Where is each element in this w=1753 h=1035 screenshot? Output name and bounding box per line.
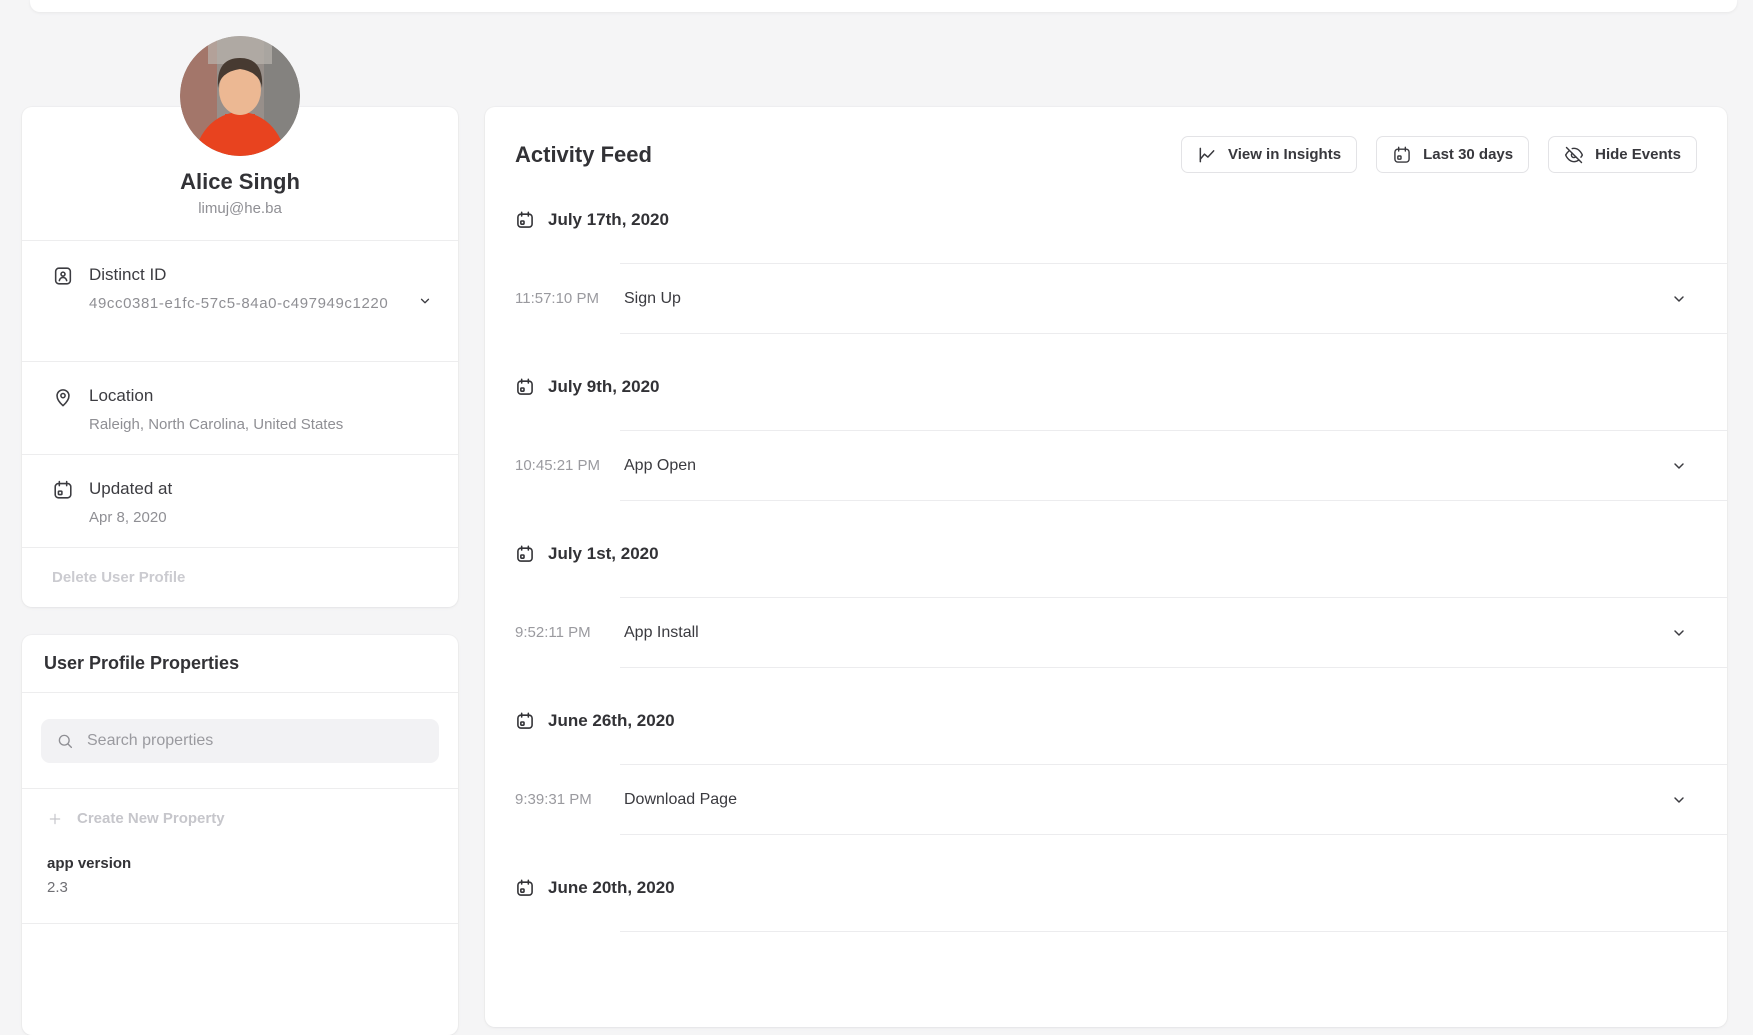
date-label: July 9th, 2020 [548,377,660,397]
property-item[interactable]: app version 2.3 [22,841,458,924]
button-label: Last 30 days [1423,146,1513,163]
calendar-icon [515,711,535,731]
create-new-property-label: Create New Property [77,810,225,827]
event-group: June 20th, 2020 [515,876,1727,932]
location-pin-icon [52,386,74,408]
search-icon [56,732,74,750]
activity-feed-card: Activity Feed View in Insights [485,107,1727,1027]
field-label: Updated at [89,478,172,500]
event-row[interactable]: 10:45:21 PM App Open [620,430,1727,501]
property-name: app version [47,855,433,872]
field-distinct-id: Distinct ID 49cc0381-e1fc-57c5-84a0-c497… [22,240,458,361]
field-value: Raleigh, North Carolina, United States [89,413,343,436]
chevron-down-icon[interactable] [1671,792,1687,808]
eye-off-icon [1564,145,1584,165]
event-time: 9:39:31 PM [515,791,592,808]
button-label: View in Insights [1228,146,1341,163]
field-label: Location [89,385,343,407]
chevron-down-icon[interactable] [1671,291,1687,307]
event-name: App Install [624,624,699,642]
field-value: Apr 8, 2020 [89,506,172,529]
date-header: July 17th, 2020 [515,208,1727,232]
event-time: 9:52:11 PM [515,624,591,641]
date-header: July 9th, 2020 [515,375,1727,399]
id-badge-icon [52,265,74,287]
calendar-icon [52,479,74,501]
view-in-insights-button[interactable]: View in Insights [1181,136,1357,173]
plus-icon [47,811,63,827]
avatar [180,36,300,156]
search-properties-input[interactable] [85,731,424,751]
properties-title: User Profile Properties [22,635,458,693]
field-location: Location Raleigh, North Carolina, United… [22,361,458,454]
chevron-down-icon[interactable] [1671,625,1687,641]
date-header: July 1st, 2020 [515,542,1727,566]
profile-email: limuj@he.ba [22,200,458,217]
event-time: 10:45:21 PM [515,457,600,474]
date-label: July 1st, 2020 [548,544,659,564]
date-label: July 17th, 2020 [548,210,669,230]
hide-events-button[interactable]: Hide Events [1548,136,1697,173]
event-feed: July 17th, 2020 11:57:10 PM Sign Up July… [515,208,1727,932]
create-new-property-button[interactable]: Create New Property [22,789,458,841]
date-label: June 26th, 2020 [548,711,675,731]
event-row[interactable]: 9:52:11 PM App Install [620,597,1727,668]
event-row[interactable]: 11:57:10 PM Sign Up [620,263,1727,334]
date-header: June 26th, 2020 [515,709,1727,733]
calendar-icon [515,210,535,230]
event-row[interactable]: 9:39:31 PM Download Page [620,764,1727,835]
top-bar-edge [30,0,1737,12]
event-group: June 26th, 2020 9:39:31 PM Download Page [515,709,1727,835]
calendar-icon [515,377,535,397]
field-label: Distinct ID [89,264,388,286]
page-title: Activity Feed [515,142,652,168]
date-header: June 20th, 2020 [515,876,1727,900]
date-label: June 20th, 2020 [548,878,675,898]
event-group: July 9th, 2020 10:45:21 PM App Open [515,375,1727,501]
button-label: Hide Events [1595,146,1681,163]
line-chart-icon [1197,145,1217,165]
event-divider [620,931,1727,932]
chevron-down-icon[interactable] [1671,458,1687,474]
profile-name: Alice Singh [22,169,458,195]
chevron-down-icon[interactable] [418,294,432,308]
event-name: Download Page [624,791,737,809]
feed-actions: View in Insights Last 30 days [1181,136,1697,173]
search-box[interactable] [41,719,439,763]
calendar-icon [515,878,535,898]
event-name: Sign Up [624,290,681,308]
delete-user-profile-button[interactable]: Delete User Profile [22,547,458,607]
property-value: 2.3 [47,879,433,896]
feed-header: Activity Feed View in Insights [485,107,1727,173]
event-time: 11:57:10 PM [515,290,599,307]
calendar-icon [515,544,535,564]
profile-sidebar: Alice Singh limuj@he.ba Distinct ID 49cc… [22,107,458,1035]
profile-card: Alice Singh limuj@he.ba Distinct ID 49cc… [22,107,458,607]
event-group: July 17th, 2020 11:57:10 PM Sign Up [515,208,1727,334]
search-section [22,693,458,789]
last-30-days-button[interactable]: Last 30 days [1376,136,1529,173]
event-group: July 1st, 2020 9:52:11 PM App Install [515,542,1727,668]
event-name: App Open [624,457,696,475]
field-updated-at: Updated at Apr 8, 2020 [22,454,458,547]
field-value: 49cc0381-e1fc-57c5-84a0-c497949c1220 [89,292,388,315]
user-profile-properties-card: User Profile Properties Create New Prope… [22,635,458,1035]
calendar-icon [1392,145,1412,165]
